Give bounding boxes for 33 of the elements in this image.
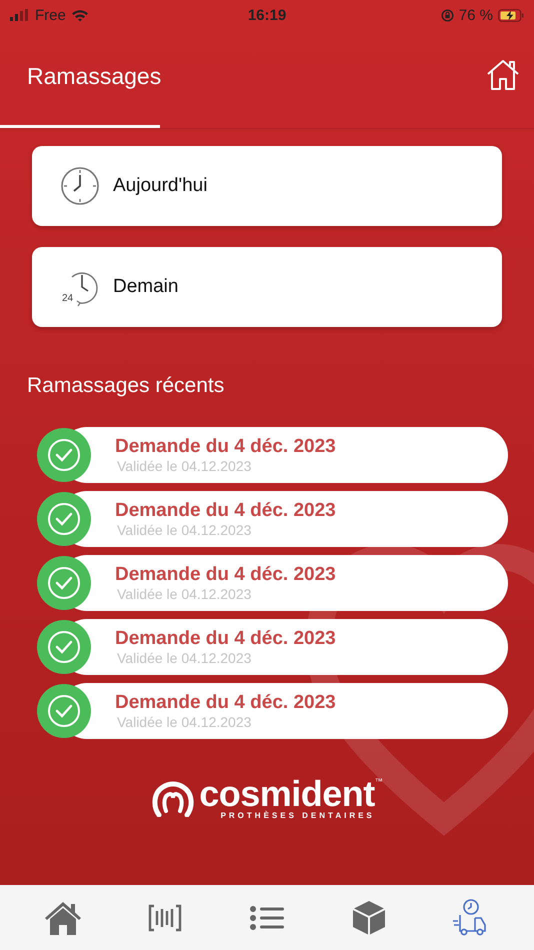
option-card[interactable]: Aujourd'hui — [32, 146, 502, 226]
option-label: Aujourd'hui — [113, 175, 208, 197]
battery-percent: 76 % — [458, 6, 493, 24]
validation-date: Validée le 04.12.2023 — [117, 650, 252, 666]
signal-icon — [10, 9, 30, 21]
request-title: Demande du 4 déc. 2023 — [115, 500, 337, 522]
validation-date: Validée le 04.12.2023 — [117, 714, 252, 730]
wifi-icon — [70, 8, 89, 22]
clock-time: 16:19 — [248, 6, 286, 24]
validation-date: Validée le 04.12.2023 — [117, 458, 252, 474]
trademark-mark: ™ — [374, 777, 383, 786]
rotation-lock-icon — [440, 8, 454, 22]
validation-date: Validée le 04.12.2023 — [117, 586, 252, 602]
brand-name: cosmident — [199, 777, 375, 811]
brand-tagline: PROTHÈSES DENTAIRES — [220, 811, 375, 820]
request-title: Demande du 4 déc. 2023 — [115, 436, 337, 458]
option-label: Demain — [113, 276, 178, 298]
section-title: Ramassages récents — [27, 374, 226, 398]
request-title: Demande du 4 déc. 2023 — [115, 628, 337, 650]
validation-date: Validée le 04.12.2023 — [117, 522, 252, 538]
carrier-name: Free — [35, 6, 66, 24]
page-tab[interactable]: Ramassages — [0, 63, 160, 128]
option-card[interactable]: 24 Demain — [32, 247, 502, 327]
request-title: Demande du 4 déc. 2023 — [115, 692, 337, 714]
battery-icon — [498, 8, 524, 22]
home-icon — [44, 900, 82, 936]
request-title: Demande du 4 déc. 2023 — [115, 564, 337, 586]
logo-icon — [151, 780, 196, 816]
home-icon[interactable] — [486, 59, 520, 91]
clock-icon — [60, 166, 100, 206]
barcode-icon — [148, 904, 182, 932]
list-icon — [250, 906, 284, 930]
box-icon — [352, 900, 386, 936]
